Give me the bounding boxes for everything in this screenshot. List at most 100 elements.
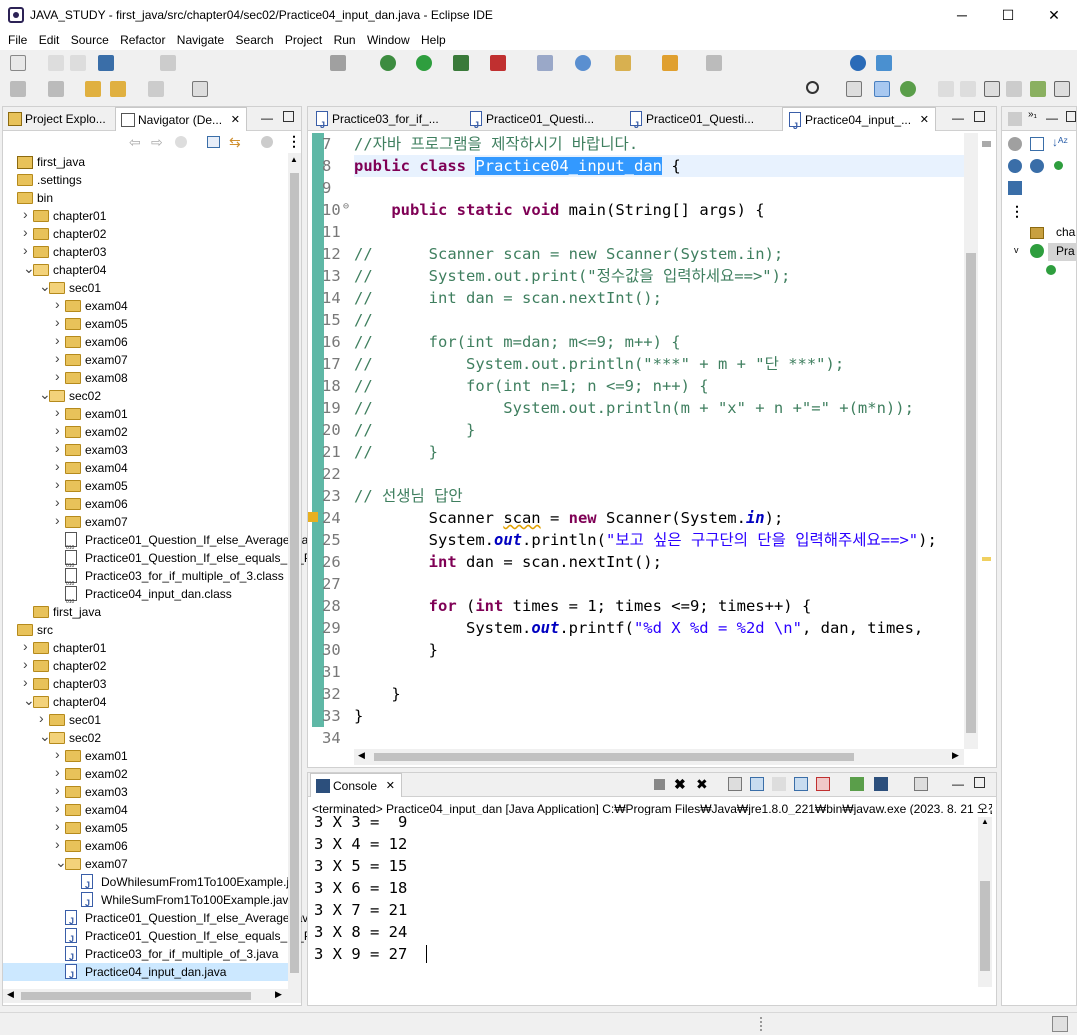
- print-icon[interactable]: [1054, 81, 1070, 97]
- tree-item[interactable]: › chapter02: [3, 656, 288, 675]
- close-icon[interactable]: ✕: [920, 108, 929, 131]
- console-view-icon[interactable]: [1006, 81, 1022, 97]
- link-editor-icon[interactable]: ⇆: [229, 134, 241, 151]
- debug-perspective-icon[interactable]: [900, 81, 916, 97]
- collapsed-twistie-icon[interactable]: ›: [55, 313, 65, 331]
- tab-practice03[interactable]: Practice03_for_if_...: [310, 107, 460, 131]
- close-icon[interactable]: ✕: [231, 108, 240, 131]
- console-output[interactable]: 3 X 3 = 9 3 X 4 = 12 3 X 5 = 15 3 X 6 = 18 3…: [308, 815, 978, 989]
- tree-item[interactable]: › chapter01: [3, 206, 288, 225]
- menu-help[interactable]: Help: [417, 30, 450, 50]
- clear-console-icon[interactable]: [728, 777, 742, 791]
- minimize-button[interactable]: ─: [939, 0, 985, 30]
- code-line[interactable]: // Scanner scan = new Scanner(System.in)…: [354, 243, 783, 265]
- tree-scrollbar[interactable]: ▲: [288, 153, 301, 989]
- scroll-right-icon[interactable]: ▶: [952, 750, 959, 761]
- menu-project[interactable]: Project: [281, 30, 326, 50]
- java-perspective-icon[interactable]: [874, 81, 890, 97]
- tree-scroll-thumb[interactable]: [290, 173, 299, 973]
- view-menu-icon[interactable]: ⋮: [287, 133, 301, 150]
- code-line[interactable]: // for(int n=1; n <=9; n++) {: [354, 375, 709, 397]
- tree-item[interactable]: › chapter01: [3, 637, 288, 657]
- pin-editor-icon[interactable]: [192, 81, 208, 97]
- menu-file[interactable]: File: [4, 30, 31, 50]
- next-annotation-icon[interactable]: [10, 81, 26, 97]
- last-edit-icon[interactable]: [85, 81, 101, 97]
- collapsed-twistie-icon[interactable]: ›: [55, 493, 65, 511]
- code-line[interactable]: for (int times = 1; times <=9; times++) …: [354, 595, 812, 617]
- menu-window[interactable]: Window: [363, 30, 414, 50]
- code-line[interactable]: // for(int m=dan; m<=9; m++) {: [354, 331, 681, 353]
- tree-item[interactable]: › exam04: [3, 799, 288, 819]
- minimize-console-icon[interactable]: —: [952, 777, 964, 791]
- globe-icon[interactable]: [850, 55, 866, 71]
- tree-item[interactable]: › exam01: [3, 403, 288, 423]
- code-line[interactable]: }: [354, 639, 438, 661]
- collapsed-twistie-icon[interactable]: ›: [55, 763, 65, 781]
- sort-icon[interactable]: ↓ᴬᶻ: [1052, 135, 1068, 149]
- tree-item[interactable]: › exam01: [3, 745, 288, 765]
- code-line[interactable]: public class Practice04_input_dan {: [354, 155, 681, 177]
- tree-item[interactable]: › exam06: [3, 836, 288, 855]
- collapsed-twistie-icon[interactable]: ›: [55, 799, 65, 817]
- terminal-icon[interactable]: [98, 55, 114, 71]
- save-all-icon[interactable]: [70, 55, 86, 71]
- remove-all-icon[interactable]: ✖: [696, 776, 708, 793]
- restore-icon[interactable]: [938, 81, 954, 97]
- code-line[interactable]: int dan = scan.nextInt();: [354, 551, 662, 573]
- resume-icon[interactable]: [160, 55, 176, 71]
- fold-marker-icon[interactable]: ⊖: [343, 201, 349, 212]
- warning-icon[interactable]: [308, 512, 318, 522]
- tree-item[interactable]: DoWhilesumFrom1To100Example.ja: [3, 873, 296, 894]
- collapsed-twistie-icon[interactable]: ›: [55, 403, 65, 421]
- collapsed-twistie-icon[interactable]: ›: [55, 781, 65, 799]
- collapsed-twistie-icon[interactable]: ›: [55, 745, 65, 763]
- expanded-twistie-icon[interactable]: ⌄: [55, 853, 67, 871]
- heap-status-icon[interactable]: [1052, 1016, 1068, 1032]
- tree-item[interactable]: › exam02: [3, 422, 288, 441]
- collapsed-twistie-icon[interactable]: ›: [23, 223, 33, 241]
- layout-icon[interactable]: [960, 81, 976, 97]
- remove-launch-icon[interactable]: ✖: [674, 776, 686, 793]
- collapsed-twistie-icon[interactable]: ›: [55, 439, 65, 457]
- console-vscrollbar[interactable]: ▲: [978, 817, 992, 987]
- tree-item[interactable]: › exam05: [3, 476, 288, 495]
- maximize-outline-icon[interactable]: [1066, 111, 1076, 122]
- display-console-icon[interactable]: [874, 777, 888, 791]
- tree-item[interactable]: Practice01_Question_If_else_Average.clas…: [3, 531, 320, 557]
- code-line[interactable]: // System.out.println(m + "x" + n +"=" +…: [354, 397, 914, 419]
- minimize-outline-icon[interactable]: —: [1046, 111, 1058, 125]
- menu-refactor[interactable]: Refactor: [116, 30, 169, 50]
- menu-search[interactable]: Search: [232, 30, 278, 50]
- code-line[interactable]: // 선생님 답안: [354, 485, 463, 507]
- code-line[interactable]: // }: [354, 441, 438, 463]
- console-scroll-thumb[interactable]: [980, 881, 990, 971]
- save-icon[interactable]: [48, 55, 64, 71]
- maximize-console-icon[interactable]: [974, 777, 985, 788]
- collapsed-twistie-icon[interactable]: ›: [23, 637, 33, 655]
- tree-item[interactable]: bin: [3, 189, 288, 207]
- expanded-twistie-icon[interactable]: ⌄: [23, 691, 35, 709]
- tree-item[interactable]: ⌄ sec01: [3, 278, 288, 297]
- tree-item[interactable]: Practice04_input_dan.java: [3, 963, 288, 984]
- tree-item[interactable]: › chapter03: [3, 242, 288, 261]
- hide-nonpublic-icon[interactable]: [1030, 159, 1044, 173]
- debug-icon[interactable]: [380, 55, 396, 71]
- new-file-icon[interactable]: [10, 55, 26, 71]
- tree-item[interactable]: › chapter03: [3, 674, 288, 693]
- tree-item[interactable]: › exam06: [3, 493, 288, 513]
- code-line[interactable]: // System.out.println("***" + m + "단 ***…: [354, 353, 844, 375]
- code-line[interactable]: // int dan = scan.nextInt();: [354, 287, 662, 309]
- hide-fields-icon[interactable]: [1008, 137, 1022, 151]
- link-outline-icon[interactable]: [1008, 181, 1022, 195]
- code-line[interactable]: }: [354, 705, 363, 727]
- expand-class-icon[interactable]: v: [1014, 245, 1019, 255]
- tree-item[interactable]: › exam05: [3, 818, 288, 837]
- tree-item[interactable]: › exam03: [3, 781, 288, 801]
- code-line[interactable]: Scanner scan = new Scanner(System.in);: [354, 507, 784, 529]
- hide-static-icon[interactable]: [1008, 159, 1022, 173]
- tree-item[interactable]: src: [3, 621, 288, 639]
- tree-item[interactable]: › exam02: [3, 763, 288, 783]
- scroll-lock-icon[interactable]: [750, 777, 764, 791]
- annotation-icon[interactable]: [706, 55, 722, 71]
